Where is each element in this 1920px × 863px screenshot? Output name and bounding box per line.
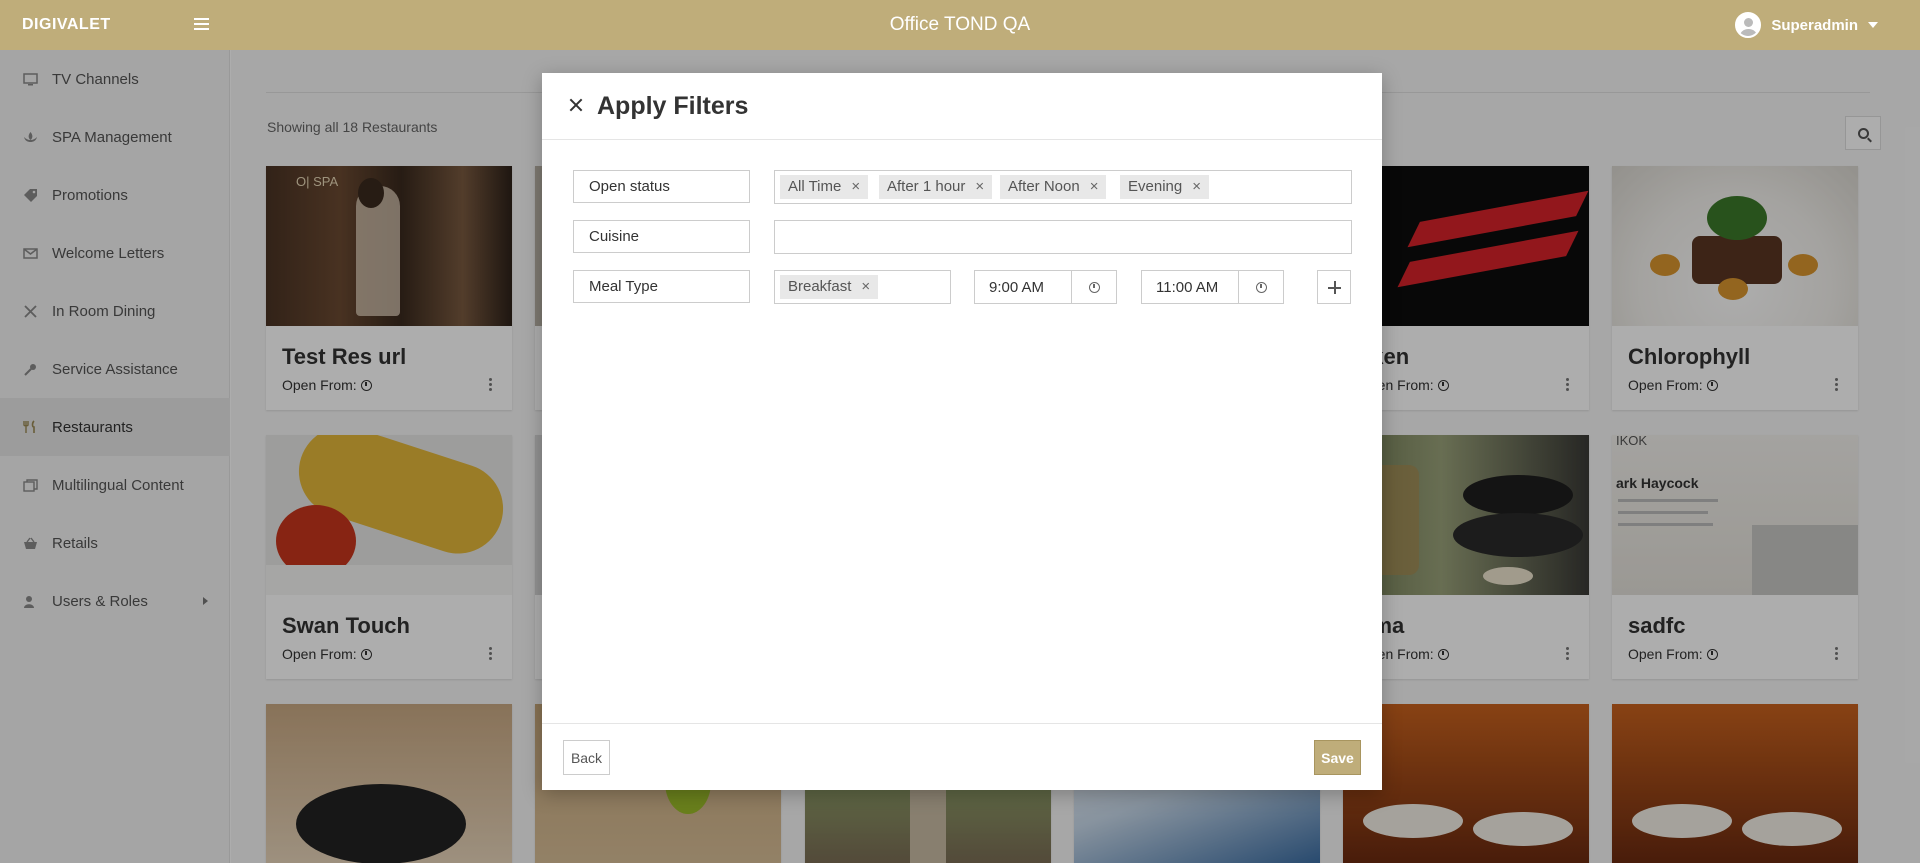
back-button[interactable]: Back	[563, 740, 610, 775]
modal-header: Apply Filters	[542, 73, 1382, 140]
start-time-picker[interactable]: 9:00 AM	[974, 270, 1117, 304]
start-time-value[interactable]: 9:00 AM	[975, 271, 1073, 303]
remove-chip-icon[interactable]: ×	[1192, 178, 1201, 199]
chip-after-noon: After Noon ×	[1000, 175, 1107, 199]
menu-toggle-icon[interactable]	[194, 18, 209, 30]
end-time-picker[interactable]: 11:00 AM	[1141, 270, 1284, 304]
end-time-value[interactable]: 11:00 AM	[1142, 271, 1240, 303]
chip-evening: Evening ×	[1120, 175, 1209, 199]
cuisine-multiselect[interactable]	[774, 220, 1352, 254]
remove-chip-icon[interactable]: ×	[975, 178, 984, 199]
meal-type-multiselect[interactable]: Breakfast ×	[774, 270, 951, 304]
remove-chip-icon[interactable]: ×	[851, 178, 860, 199]
user-name: Superadmin	[1771, 16, 1858, 34]
cuisine-label: Cuisine	[573, 220, 750, 253]
top-header: DIGIVALET Office TOND QA Superadmin	[0, 0, 1920, 50]
avatar-icon	[1735, 12, 1762, 38]
remove-chip-icon[interactable]: ×	[1090, 178, 1099, 199]
close-icon[interactable]	[568, 97, 584, 113]
modal-footer: Back Save	[542, 723, 1382, 790]
caret-down-icon	[1868, 22, 1878, 28]
chip-all-time: All Time ×	[780, 175, 869, 199]
modal-title: Apply Filters	[597, 92, 749, 120]
remove-chip-icon[interactable]: ×	[861, 278, 870, 299]
open-status-label: Open status	[573, 170, 750, 203]
add-time-slot-button[interactable]	[1317, 270, 1351, 304]
user-menu[interactable]: Superadmin	[1735, 12, 1878, 38]
clock-icon[interactable]	[1072, 271, 1116, 303]
brand-logo[interactable]: DIGIVALET	[22, 16, 111, 34]
open-status-multiselect[interactable]: All Time × After 1 hour × After Noon × E…	[774, 170, 1352, 204]
chip-after-1-hour: After 1 hour ×	[879, 175, 993, 199]
meal-type-label: Meal Type	[573, 270, 750, 303]
apply-filters-modal: Apply Filters Open status All Time × Aft…	[542, 73, 1382, 790]
clock-icon[interactable]	[1239, 271, 1283, 303]
app-title: Office TOND QA	[889, 14, 1031, 35]
chip-breakfast: Breakfast ×	[780, 275, 879, 299]
save-button[interactable]: Save	[1314, 740, 1361, 775]
